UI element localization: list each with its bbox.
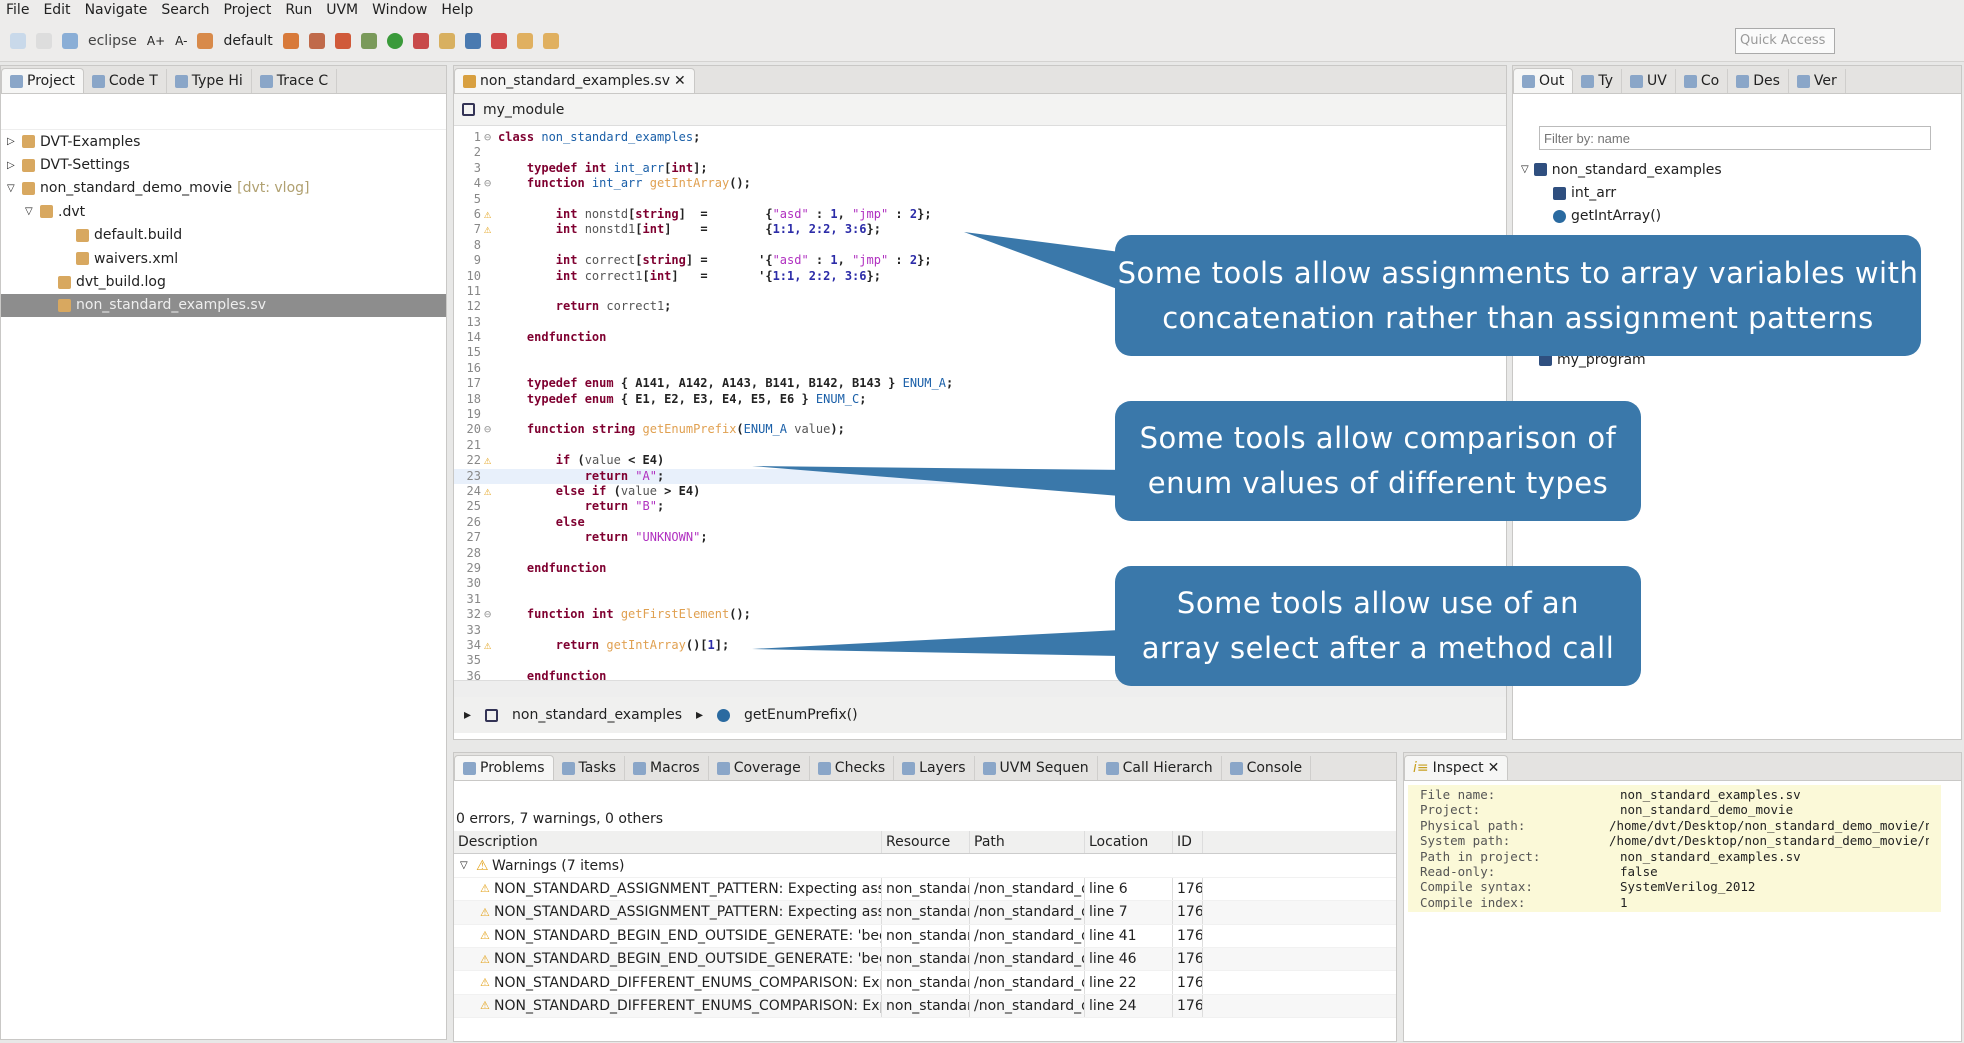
callout-pointer-2 (752, 466, 1120, 496)
callout-pointer-3 (752, 630, 1120, 656)
callout-pointer-1 (964, 232, 1120, 290)
callout-array-concatenation: Some tools allow assignments to array va… (1115, 235, 1921, 356)
callout-enum-comparison: Some tools allow comparison of enum valu… (1115, 401, 1641, 521)
callout-array-select: Some tools allow use of an array select … (1115, 566, 1641, 686)
callout-pointers (752, 232, 1120, 656)
